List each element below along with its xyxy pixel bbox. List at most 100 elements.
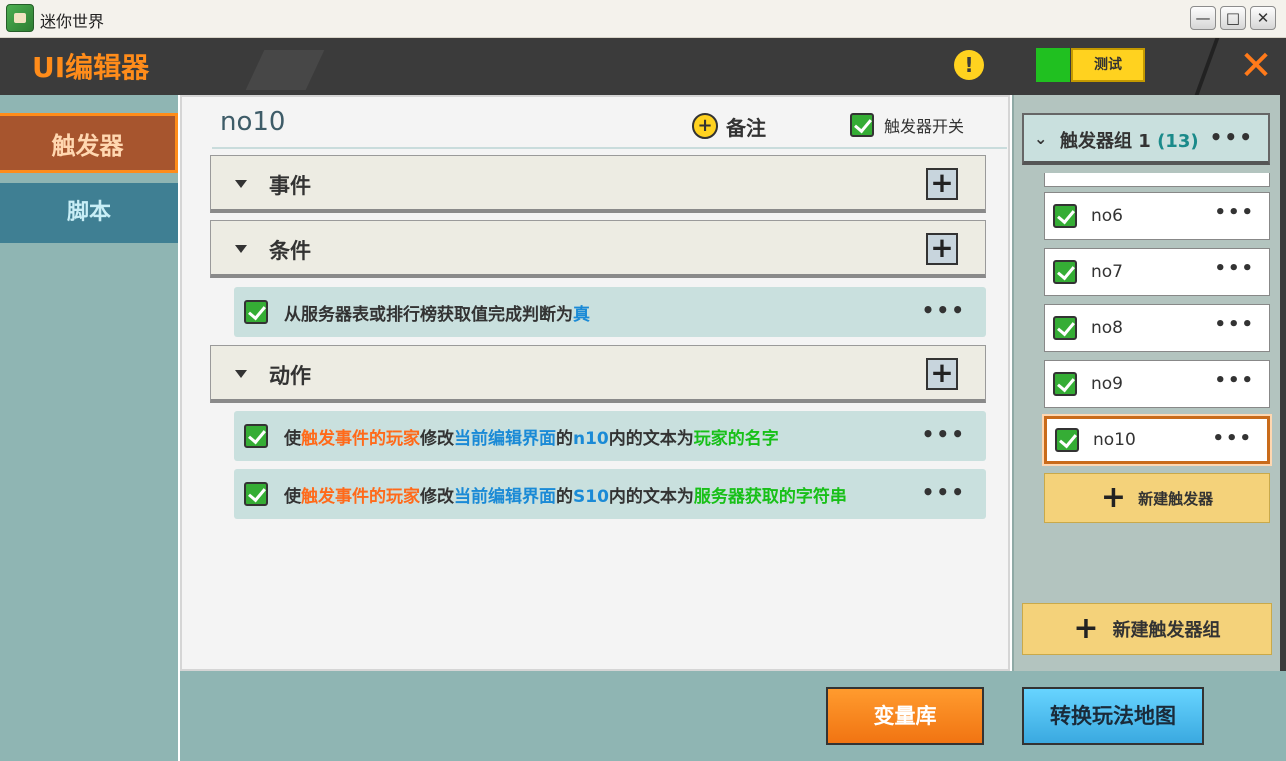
section-title: 动作 [269,364,311,388]
list-item-partial[interactable] [1044,173,1270,187]
trigger-item-selected[interactable]: no10 ••• [1042,414,1272,466]
player-param[interactable]: 触发事件的玩家 [301,429,420,449]
app-icon [6,4,34,32]
value-param[interactable]: 真 [573,305,590,325]
condition-row[interactable]: 从服务器表或排行榜获取值完成判断为真 ••• [234,287,986,337]
header-divider-line [212,147,1007,149]
more-options-icon[interactable]: ••• [1214,314,1255,335]
minimize-button[interactable]: — [1190,6,1216,30]
trigger-group-header[interactable]: ⌄ 触发器组 1 (13) ••• [1022,113,1270,165]
group-count: (13) [1157,131,1199,152]
trigger-item[interactable]: no9 ••• [1044,360,1270,408]
checkbox-checked-icon[interactable] [1053,260,1077,284]
sidebar: 触发器 脚本 [0,95,178,761]
section-events[interactable]: 事件 + [210,155,986,213]
trigger-list-panel: ⌄ 触发器组 1 (13) ••• no6 ••• no7 ••• no8 ••… [1012,95,1280,671]
add-event-button[interactable]: + [926,168,958,200]
sidebar-tab-triggers[interactable]: 触发器 [0,113,178,173]
more-options-icon[interactable]: ••• [922,298,966,322]
text-value-param[interactable]: 玩家的名字 [694,429,779,449]
test-button[interactable]: 测试 [1071,48,1145,82]
action-row[interactable]: 使触发事件的玩家修改当前编辑界面的n10内的文本为玩家的名字 ••• [234,411,986,461]
checkbox-checked-icon[interactable] [850,113,874,137]
more-options-icon[interactable]: ••• [1210,125,1254,149]
new-trigger-label: 新建触发器 [1138,489,1214,508]
more-options-icon[interactable]: ••• [1214,202,1255,223]
player-param[interactable]: 触发事件的玩家 [301,487,420,507]
trigger-item-label: no9 [1091,374,1123,394]
more-options-icon[interactable]: ••• [1212,428,1253,449]
checkbox-checked-icon[interactable] [244,300,268,324]
text-segment: 使 [284,428,301,449]
add-action-button[interactable]: + [926,358,958,390]
variables-button[interactable]: 变量库 [826,687,984,745]
ui-param[interactable]: 当前编辑界面 [454,487,556,507]
new-trigger-group-label: 新建触发器组 [1112,620,1221,641]
checkbox-checked-icon[interactable] [1053,316,1077,340]
trigger-item-label: no8 [1091,318,1123,338]
header-divider [1194,38,1220,95]
trigger-switch[interactable]: 触发器开关 [850,113,964,137]
collapse-arrow-icon[interactable] [235,180,247,188]
text-segment: 的 [556,486,573,507]
checkbox-checked-icon[interactable] [1055,428,1079,452]
checkbox-checked-icon[interactable] [244,424,268,448]
trigger-name[interactable]: no10 [220,107,285,137]
warning-icon[interactable]: ! [954,50,984,80]
plus-icon: + [1073,611,1099,646]
group-name: 触发器组 1 [1060,131,1151,152]
section-title: 条件 [269,239,311,263]
trigger-item-label: no6 [1091,206,1123,226]
trigger-item[interactable]: no6 ••• [1044,192,1270,240]
window-title: 迷你世界 [40,12,105,31]
more-options-icon[interactable]: ••• [922,480,966,504]
action-row[interactable]: 使触发事件的玩家修改当前编辑界面的S10内的文本为服务器获取的字符串 ••• [234,469,986,519]
section-title: 事件 [269,174,311,198]
collapse-arrow-icon[interactable] [235,370,247,378]
text-segment: 内的文本为 [608,428,694,449]
convert-map-button[interactable]: 转换玩法地图 [1022,687,1204,745]
text-segment: 修改 [420,428,454,449]
element-param[interactable]: n10 [573,429,609,449]
section-actions[interactable]: 动作 + [210,345,986,403]
ui-param[interactable]: 当前编辑界面 [454,429,556,449]
checkbox-checked-icon[interactable] [1053,204,1077,228]
checkbox-checked-icon[interactable] [244,482,268,506]
checkbox-checked-icon[interactable] [1053,372,1077,396]
action-text[interactable]: 使触发事件的玩家修改当前编辑界面的S10内的文本为服务器获取的字符串 [284,482,847,507]
collapse-arrow-icon[interactable] [235,245,247,253]
text-segment: 内的文本为 [608,486,694,507]
note-button[interactable]: + 备注 [692,111,766,141]
new-trigger-button[interactable]: + 新建触发器 [1044,473,1270,523]
section-conditions[interactable]: 条件 + [210,220,986,278]
editor-header: UI编辑器 ! 测试 ✕ [0,38,1286,95]
text-segment: 使 [284,486,301,507]
maximize-button[interactable]: □ [1220,6,1246,30]
trigger-item-label: no7 [1091,262,1123,282]
text-value-param[interactable]: 服务器获取的字符串 [694,487,847,507]
close-editor-icon[interactable]: ✕ [1234,44,1278,88]
trigger-item[interactable]: no7 ••• [1044,248,1270,296]
more-options-icon[interactable]: ••• [922,422,966,446]
plus-circle-icon: + [692,113,718,139]
trigger-item-label: no10 [1093,430,1136,450]
new-trigger-group-button[interactable]: + 新建触发器组 [1022,603,1272,655]
trigger-switch-label: 触发器开关 [884,117,965,136]
trigger-group-label: 触发器组 1 (13) [1060,127,1199,153]
condition-text[interactable]: 从服务器表或排行榜获取值完成判断为真 [284,300,590,325]
add-condition-button[interactable]: + [926,233,958,265]
header-decoration [245,50,325,90]
action-text[interactable]: 使触发事件的玩家修改当前编辑界面的n10内的文本为玩家的名字 [284,424,779,449]
text-segment: 修改 [420,486,454,507]
trigger-editor: no10 + 备注 触发器开关 事件 + 条件 + 从服务器表或排行榜获取值完成… [180,95,1010,671]
text-segment: 的 [556,428,573,449]
element-param[interactable]: S10 [573,487,609,507]
sidebar-tab-scripts[interactable]: 脚本 [0,183,178,243]
trigger-item[interactable]: no8 ••• [1044,304,1270,352]
window-close-button[interactable]: ✕ [1250,6,1276,30]
more-options-icon[interactable]: ••• [1214,370,1255,391]
plus-icon: + [1100,480,1127,515]
right-frame [1280,38,1286,761]
more-options-icon[interactable]: ••• [1214,258,1255,279]
chevron-down-icon[interactable]: ⌄ [1034,129,1047,148]
